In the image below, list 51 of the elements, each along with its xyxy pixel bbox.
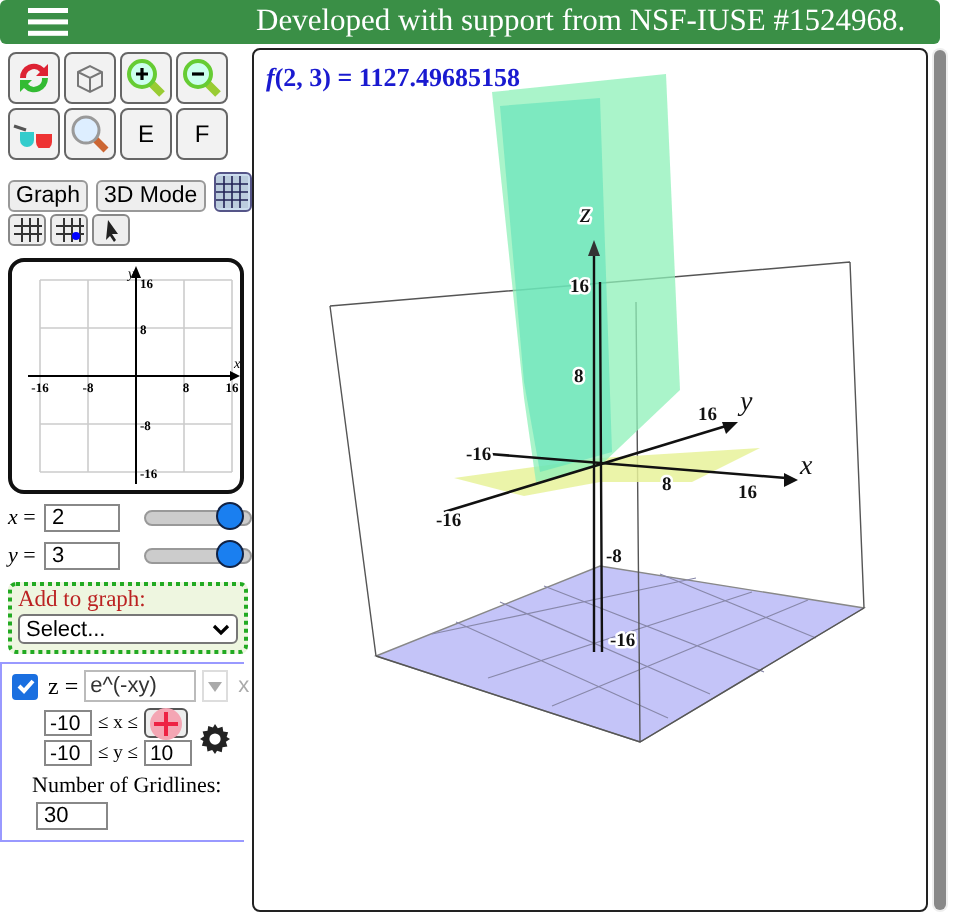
variable-label: y = (8, 544, 38, 568)
grid-icon[interactable] (8, 214, 46, 246)
mode-button[interactable]: 3D Mode (95, 180, 206, 212)
letter-button[interactable]: F (176, 108, 228, 160)
checkbox[interactable] (12, 673, 38, 699)
axis-label: -8 (606, 548, 622, 568)
grid-point-icon[interactable] (50, 214, 88, 246)
pointer-icon[interactable] (92, 214, 130, 246)
expression-field[interactable]: e^(-xy) (84, 670, 197, 702)
variable-label: x = (8, 506, 38, 530)
axis-label: 16 (738, 484, 757, 504)
function-value: f(2, 3) = 1127.49685158 (266, 62, 520, 94)
value-field[interactable]: 3 (44, 542, 120, 570)
add-label: Add to graph: (18, 588, 148, 612)
axis-label: 16 (698, 406, 717, 426)
axis-label: -16 (610, 632, 636, 652)
reset-icon[interactable] (8, 52, 60, 104)
gridlines-label: Number of Gridlines: (32, 774, 222, 798)
glasses-icon[interactable] (8, 108, 60, 160)
range-label: ≤ y ≤ (98, 743, 138, 763)
scrollbar[interactable] (932, 48, 948, 912)
grid-icon[interactable] (213, 172, 252, 212)
chevron-icon (212, 623, 230, 635)
range-field[interactable]: -10 (44, 740, 92, 766)
range-field[interactable]: -10 (44, 710, 92, 736)
color-picker-icon[interactable] (143, 708, 188, 738)
settings-icon[interactable] (199, 723, 230, 753)
axis-label: z (580, 200, 591, 230)
axis-label: y (740, 388, 753, 418)
header-title: Developed with support from NSF-IUSE #1524968. (256, 4, 906, 40)
range-field[interactable]: 10 (143, 740, 192, 766)
gridlines-field[interactable]: 30 (36, 802, 108, 830)
letter-button[interactable]: E (120, 108, 172, 160)
slider-thumb[interactable] (215, 502, 244, 530)
axis-label: 8 (662, 476, 672, 496)
zoom-out-icon[interactable] (176, 52, 228, 104)
slider-thumb[interactable] (215, 540, 244, 568)
axis-label: x (800, 452, 813, 482)
mode-button[interactable]: Graph (8, 180, 88, 212)
menu-icon[interactable] (28, 8, 68, 36)
axis-label: 8 (574, 368, 584, 388)
axis-label: -16 (466, 446, 492, 466)
cube-icon[interactable] (64, 52, 116, 104)
zoom-in-icon[interactable] (120, 52, 172, 104)
value-field[interactable]: 2 (44, 504, 120, 532)
axis-label: -16 (436, 512, 462, 532)
function-label: z = (48, 671, 79, 701)
magnifier-icon[interactable] (64, 108, 116, 160)
range-label: ≤ x ≤ (98, 713, 138, 733)
axis-label: 16 (570, 278, 589, 298)
select-dropdown[interactable]: Select... (18, 614, 238, 644)
